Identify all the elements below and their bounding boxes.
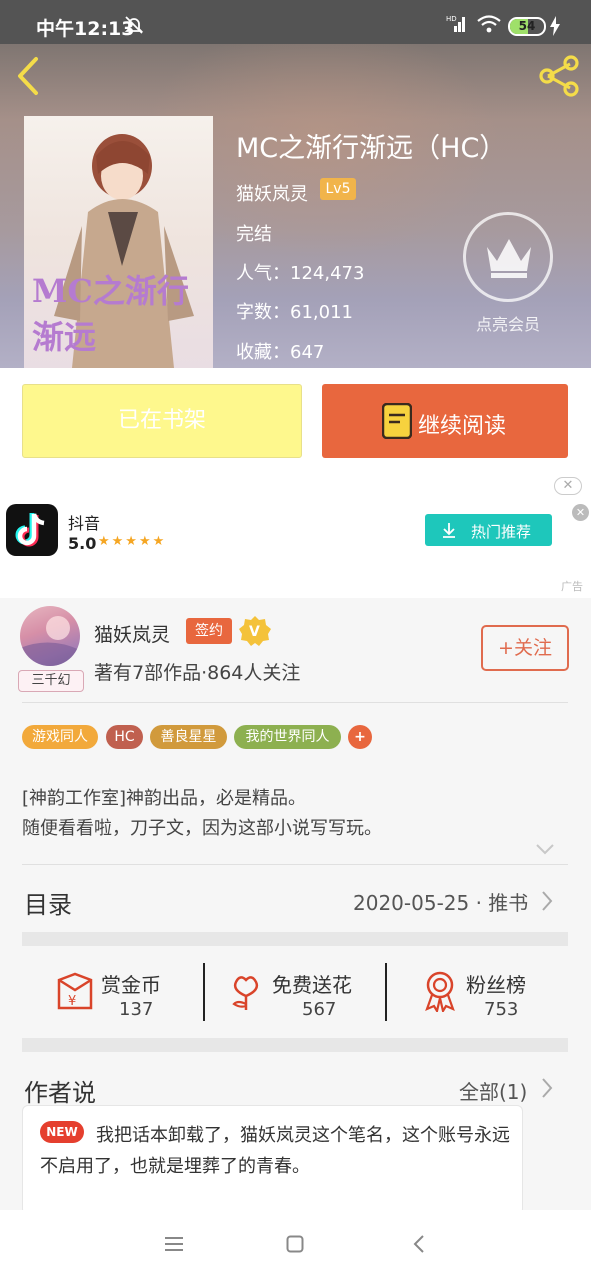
douyin-logo-icon: [15, 513, 45, 547]
reward-coin-value: 137: [119, 999, 154, 1020]
book-title: MC之渐行渐远（HC）: [236, 133, 507, 164]
ad-banner[interactable]: ✕ 抖音 5.0 ★★★★★ 热门推荐 ✕ 广告: [0, 472, 591, 598]
new-badge: NEW: [40, 1121, 84, 1143]
divider: [22, 864, 568, 865]
book-cover[interactable]: MC之渐行渐远: [24, 116, 213, 368]
reward-coin-label[interactable]: 赏金币: [101, 969, 161, 998]
home-square-icon[interactable]: [286, 1235, 304, 1253]
svg-text:HD: HD: [446, 15, 457, 23]
continue-reading-button[interactable]: 继续阅读: [322, 384, 568, 458]
chevron-right-icon[interactable]: [540, 1077, 554, 1099]
douyin-app-icon: [6, 504, 58, 556]
chevron-right-icon[interactable]: [540, 890, 554, 912]
author-summary: 著有7部作品·864人关注: [94, 662, 301, 684]
member-button[interactable]: [463, 212, 553, 302]
action-bar: 已在书架 继续阅读: [0, 368, 591, 472]
avatar-image: [20, 616, 80, 666]
fan-ranking-medal-icon[interactable]: [422, 970, 458, 1012]
status-time: 中午12:13: [36, 18, 135, 40]
ad-rating: 5.0: [68, 534, 97, 553]
tag-minecraft-fanfic[interactable]: 我的世界同人: [234, 725, 341, 749]
ad-label: 广告: [561, 580, 583, 593]
book-status: 完结: [236, 224, 272, 245]
signed-badge: 签约: [186, 618, 232, 644]
book-favorites: 收藏：647: [236, 342, 325, 363]
author-says-all-link[interactable]: 全部(1): [459, 1076, 527, 1105]
charging-icon: [550, 16, 560, 36]
description-line-1: [神韵工作室]神韵出品，必是精品。: [22, 788, 307, 809]
book-popularity: 人气：124,473: [236, 263, 365, 284]
tag-hc[interactable]: HC: [106, 725, 143, 749]
cover-title: MC之渐行渐远: [32, 272, 189, 356]
author-avatar[interactable]: [20, 606, 80, 666]
status-bar: 中午12:13 HD 54: [0, 0, 591, 44]
book-header: 中午12:13 HD 54 MC之渐行渐远 MC之渐行渐远（HC） 猫妖岚灵 L…: [0, 0, 591, 368]
download-icon: [443, 523, 455, 538]
description-line-2: 随便看看啦，刀子文，因为这部小说写写玩。: [22, 818, 382, 839]
nav-back-icon[interactable]: [412, 1234, 426, 1254]
catalog-meta[interactable]: 2020-05-25 · 推书: [353, 887, 528, 916]
back-arrow-icon[interactable]: [12, 56, 44, 96]
expand-chevron-down-icon[interactable]: [535, 842, 555, 856]
reward-coin-icon[interactable]: ¥: [55, 972, 95, 1012]
fan-ranking-label[interactable]: 粉丝榜: [466, 969, 526, 998]
ad-app-name: 抖音: [68, 514, 101, 533]
ad-dismiss-icon[interactable]: ✕: [572, 504, 589, 521]
verified-v-icon: V: [239, 616, 271, 646]
continue-reading-label: 继续阅读: [418, 414, 507, 439]
ad-download-button[interactable]: 热门推荐: [425, 514, 552, 546]
section-gap: [22, 932, 568, 946]
author-title-badge: 三千幻: [18, 670, 84, 692]
free-flower-value: 567: [302, 999, 337, 1020]
divider: [22, 702, 568, 703]
follow-button[interactable]: +关注: [481, 625, 569, 671]
system-nav-bar: [0, 1210, 591, 1280]
free-flower-label[interactable]: 免费送花: [272, 969, 352, 998]
member-label: 点亮会员: [475, 315, 540, 334]
wifi-icon: [477, 15, 501, 33]
battery-level: 54: [518, 19, 536, 33]
stat-separator: [385, 963, 387, 1021]
signal-icon: HD: [446, 15, 465, 32]
svg-text:V: V: [249, 624, 260, 640]
ad-button-label: 热门推荐: [471, 523, 532, 541]
ad-stars: ★★★★★: [98, 534, 167, 549]
tag-kind-star[interactable]: 善良星星: [150, 725, 227, 749]
book-word-count: 字数：61,011: [236, 302, 353, 323]
menu-icon[interactable]: [164, 1236, 184, 1252]
author-name[interactable]: 猫妖岚灵: [94, 620, 170, 647]
catalog-title[interactable]: 目录: [24, 885, 72, 920]
author-says-title: 作者说: [24, 1079, 96, 1107]
battery-icon: 54: [508, 17, 546, 36]
flower-icon[interactable]: [230, 972, 262, 1012]
ad-close-button[interactable]: ✕: [554, 477, 582, 495]
add-tag-button[interactable]: +: [348, 725, 372, 749]
svg-text:¥: ¥: [68, 994, 76, 1009]
section-gap: [22, 1038, 568, 1052]
book-icon: [382, 403, 412, 439]
mute-bell-icon: [124, 16, 144, 34]
stat-separator: [203, 963, 205, 1021]
crown-icon: [487, 239, 531, 278]
share-icon[interactable]: [538, 55, 582, 97]
tag-game-fanfic[interactable]: 游戏同人: [22, 725, 98, 749]
on-shelf-button[interactable]: 已在书架: [22, 384, 302, 458]
author-note-text: 我把话本卸载了，猫妖岚灵这个笔名，这个账号永远不启用了，也就是埋葬了的青春。: [40, 1125, 510, 1177]
author-level-badge: Lv5: [320, 178, 356, 200]
book-author[interactable]: 猫妖岚灵: [236, 180, 308, 206]
fan-ranking-value: 753: [484, 999, 519, 1020]
